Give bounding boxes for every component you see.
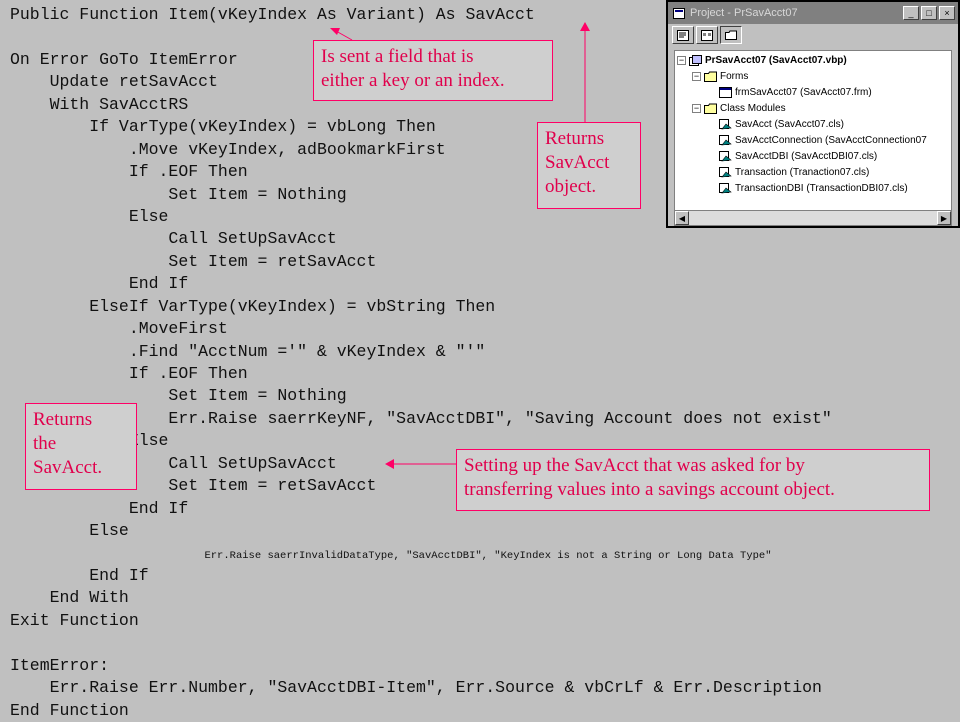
collapse-toggle-icon[interactable]: − bbox=[692, 104, 701, 113]
class-module-icon bbox=[719, 183, 732, 194]
view-code-icon[interactable] bbox=[672, 26, 694, 44]
class-module-icon bbox=[719, 151, 732, 162]
code-line: .MoveFirst bbox=[10, 319, 228, 339]
class-module-icon bbox=[719, 167, 732, 178]
code-line: Err.Raise Err.Number, "SavAcctDBI-Item",… bbox=[10, 678, 822, 698]
project-explorer-window: Project - PrSavAcct07 _ □ × − PrSavAcct07… bbox=[666, 0, 960, 228]
tree-node-label: Forms bbox=[720, 71, 749, 82]
callout-key-index: Is sent a field that is either a key or … bbox=[313, 40, 553, 101]
callout-text-line: Is sent a field that is bbox=[321, 46, 474, 67]
minimize-button[interactable]: _ bbox=[903, 6, 919, 20]
callout-text-line: either a key or an index. bbox=[321, 70, 505, 91]
tree-node[interactable]: SavAcctDBI (SavAcctDBI07.cls) bbox=[719, 149, 877, 164]
code-line: End Function bbox=[10, 700, 129, 720]
project-tree: − PrSavAcct07 (SavAcct07.vbp) − Forms frmSav… bbox=[674, 50, 952, 212]
toggle-folders-icon[interactable] bbox=[720, 26, 742, 44]
collapse-toggle-icon[interactable]: − bbox=[677, 56, 686, 65]
code-line: Set Item = Nothing bbox=[10, 386, 347, 406]
class-module-icon bbox=[719, 135, 732, 146]
view-object-icon[interactable] bbox=[696, 26, 718, 44]
maximize-button[interactable]: □ bbox=[921, 6, 937, 20]
tree-node[interactable]: frmSavAcct07 (SavAcct07.frm) bbox=[719, 85, 872, 100]
tree-node-label: SavAcct (SavAcct07.cls) bbox=[735, 119, 844, 130]
folder-icon bbox=[704, 103, 717, 114]
tree-node-label: Transaction (Tranaction07.cls) bbox=[735, 167, 870, 178]
code-line: Err.Raise saerrKeyNF, "SavAcctDBI", "Sav… bbox=[10, 408, 832, 428]
tree-node[interactable]: Transaction (Tranaction07.cls) bbox=[719, 165, 869, 180]
callout-text-line: SavAcct. bbox=[33, 457, 103, 478]
tree-node[interactable]: TransactionDBI (TransactionDBI07.cls) bbox=[719, 181, 908, 196]
code-line: End With bbox=[10, 588, 129, 608]
code-line: End If bbox=[10, 274, 189, 294]
form-icon bbox=[719, 87, 732, 98]
code-line: Call SetUpSavAcct bbox=[10, 229, 337, 249]
code-line: Err.Raise saerrInvalidDataType, "SavAcct… bbox=[10, 543, 950, 565]
project-window-icon bbox=[672, 7, 686, 19]
code-line: .Find "AcctNum ='" & vKeyIndex & "'" bbox=[10, 341, 486, 361]
scroll-right-icon[interactable]: ▶ bbox=[937, 211, 951, 225]
code-line: Else bbox=[10, 521, 129, 541]
tree-node-label: frmSavAcct07 (SavAcct07.frm) bbox=[735, 87, 872, 98]
callout-text-line: the bbox=[33, 433, 57, 454]
code-line: Set Item = retSavAcct bbox=[10, 251, 377, 271]
project-toolbar bbox=[668, 24, 958, 46]
callout-text-line: Returns bbox=[33, 409, 93, 430]
code-line: ElseIf VarType(vKeyIndex) = vbString The… bbox=[10, 296, 496, 316]
scroll-left-icon[interactable]: ◀ bbox=[675, 211, 689, 225]
callout-text-line: Setting up the SavAcct that was asked fo… bbox=[464, 455, 805, 476]
callout-text-line: Returns bbox=[545, 128, 605, 149]
code-line: If .EOF Then bbox=[10, 364, 248, 383]
project-icon bbox=[689, 55, 702, 66]
code-line: Exit Function bbox=[10, 610, 139, 630]
code-line: ItemError: bbox=[10, 655, 110, 675]
tree-node-label: PrSavAcct07 (SavAcct07.vbp) bbox=[705, 55, 847, 66]
callout-returns-savacct-object: Returns SavAcct object. bbox=[537, 122, 641, 209]
horizontal-scrollbar[interactable]: ◀ ▶ bbox=[674, 210, 952, 226]
callout-text-line: transferring values into a savings accou… bbox=[464, 479, 835, 500]
collapse-toggle-icon[interactable]: − bbox=[692, 72, 701, 81]
callout-text-line: SavAcct bbox=[545, 152, 610, 173]
tree-node-label: TransactionDBI (TransactionDBI07.cls) bbox=[735, 183, 908, 194]
window-title-bar[interactable]: Project - PrSavAcct07 _ □ × bbox=[668, 2, 958, 24]
code-line: End If bbox=[10, 565, 149, 585]
callout-returns-the-savacct: Returns the SavAcct. bbox=[25, 403, 137, 490]
close-button[interactable]: × bbox=[939, 6, 955, 20]
folder-icon bbox=[704, 71, 717, 82]
callout-text-line: object. bbox=[545, 176, 597, 197]
tree-node[interactable]: − Class Modules bbox=[692, 101, 786, 116]
window-title: Project - PrSavAcct07 bbox=[690, 7, 798, 19]
code-line-text: Err.Raise saerrInvalidDataType, "SavAcct… bbox=[128, 549, 772, 562]
tree-node-label: SavAcctConnection (SavAcctConnection07 bbox=[735, 135, 927, 146]
tree-node[interactable]: SavAcctConnection (SavAcctConnection07 bbox=[719, 133, 927, 148]
tree-node-label: SavAcctDBI (SavAcctDBI07.cls) bbox=[735, 151, 878, 162]
tree-node[interactable]: − Forms bbox=[692, 69, 748, 84]
callout-setting-up: Setting up the SavAcct that was asked fo… bbox=[456, 449, 930, 511]
tree-node[interactable]: − PrSavAcct07 (SavAcct07.vbp) bbox=[677, 53, 847, 68]
class-module-icon bbox=[719, 119, 732, 130]
tree-node-label: Class Modules bbox=[720, 103, 786, 114]
tree-node[interactable]: SavAcct (SavAcct07.cls) bbox=[719, 117, 844, 132]
